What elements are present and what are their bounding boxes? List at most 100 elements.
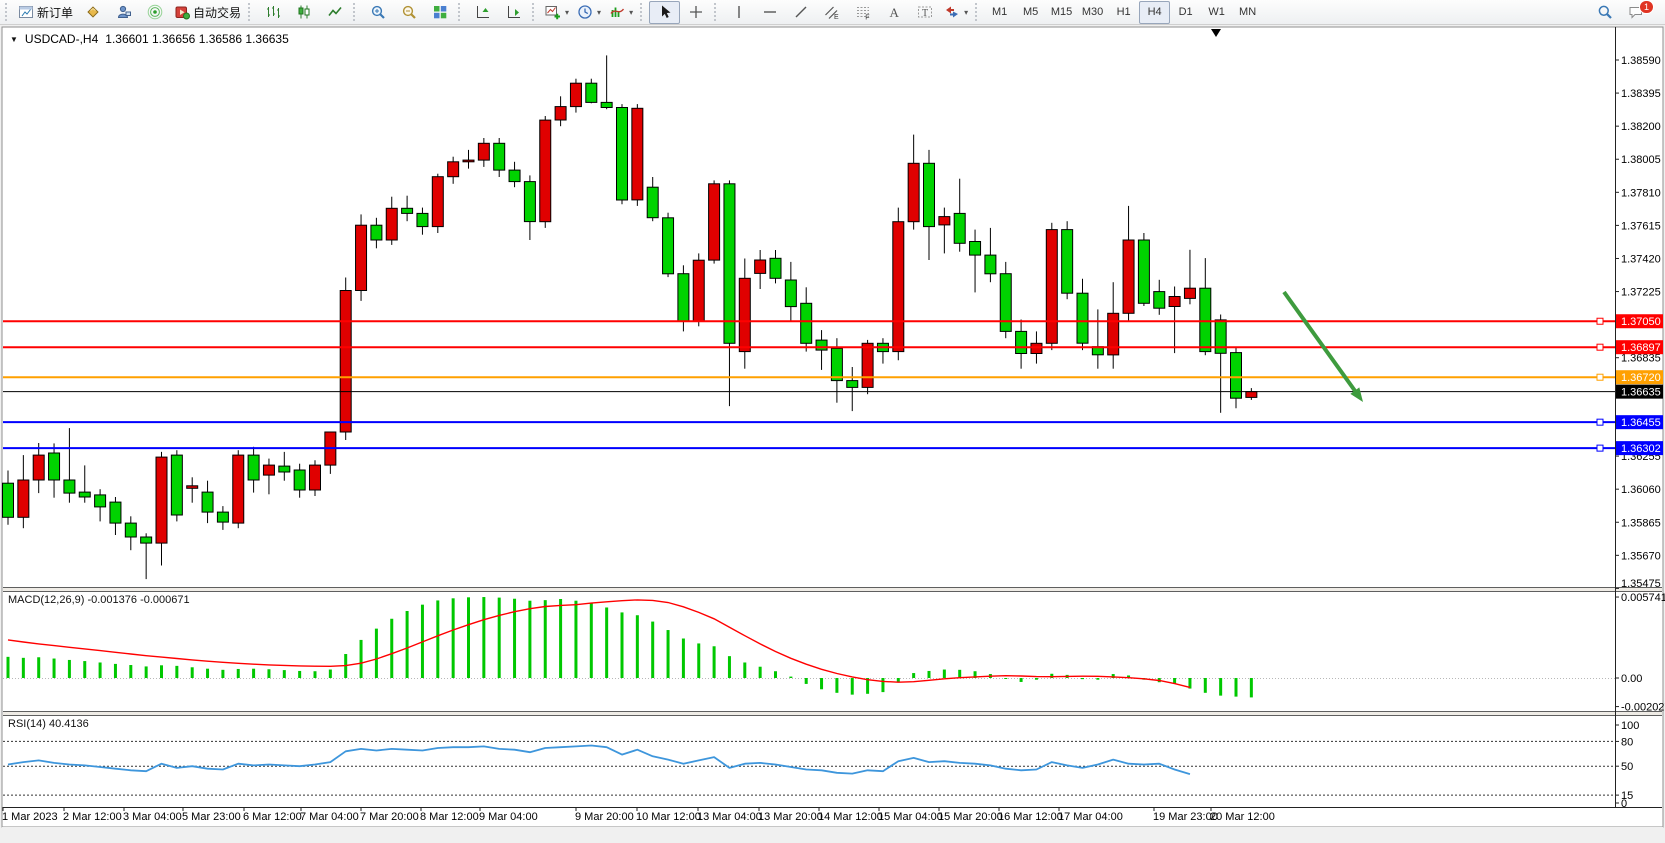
tf-d1-button[interactable]: D1 [1170, 1, 1201, 24]
macd-histogram-bar [574, 601, 577, 678]
toolbar-group-grip[interactable] [640, 3, 646, 21]
autotrading-button[interactable]: 自动交易 [170, 1, 245, 24]
collapse-triangle-icon[interactable]: ▼ [10, 35, 18, 44]
candle-body [141, 537, 152, 543]
crosshair-icon [688, 4, 704, 20]
candle-body [1169, 297, 1180, 307]
toolbar-group-grip[interactable] [5, 3, 11, 21]
hline-handle[interactable] [1597, 419, 1603, 425]
candle-body [156, 457, 167, 543]
tf-m5-button[interactable]: M5 [1015, 1, 1046, 24]
channel-icon: E [824, 4, 840, 20]
community-button[interactable] [108, 1, 139, 24]
signals-button[interactable] [139, 1, 170, 24]
cursor-button[interactable] [649, 1, 680, 24]
arrows-button[interactable]: ▾ [940, 1, 972, 24]
macd-histogram-bar [406, 611, 409, 678]
periods-button[interactable]: ▾ [573, 1, 605, 24]
symbols-button[interactable] [77, 1, 108, 24]
tf-mn-button[interactable]: MN [1232, 1, 1263, 24]
tf-m1-button[interactable]: M1 [984, 1, 1015, 24]
candle-body [463, 160, 474, 162]
tf-w1-button[interactable]: W1 [1201, 1, 1232, 24]
clock-icon [577, 4, 593, 20]
zoom-in-button[interactable] [362, 1, 393, 24]
candle-body [924, 163, 935, 226]
svg-text:F: F [865, 15, 869, 21]
toolbar-group-grip[interactable] [714, 3, 720, 21]
candle-body [340, 291, 351, 433]
trader-icon [116, 4, 132, 20]
toolbar-group-grip[interactable] [975, 3, 981, 21]
macd-histogram-bar [298, 671, 301, 678]
macd-histogram-bar [743, 662, 746, 678]
candle-body [801, 303, 812, 343]
tf-m15-button[interactable]: M15 [1046, 1, 1077, 24]
zoom-out-button[interactable] [393, 1, 424, 24]
toolbar-group-grip[interactable] [532, 3, 538, 21]
hline-handle[interactable] [1597, 344, 1603, 350]
dropdown-chevron-icon[interactable]: ▾ [597, 8, 601, 17]
line-chart-button[interactable] [319, 1, 350, 24]
candle-body [263, 465, 274, 475]
hline-handle[interactable] [1597, 374, 1603, 380]
templates-button[interactable]: ▾ [605, 1, 637, 24]
candle-body [509, 170, 520, 182]
vertical-line-button[interactable] [723, 1, 754, 24]
candle-body [1062, 230, 1073, 294]
candle-body [478, 143, 489, 160]
notification-badge: 1 [1639, 0, 1654, 14]
chart-canvas[interactable]: 1.385901.383951.382001.380051.378101.376… [0, 0, 1665, 843]
toolbar-group-grip[interactable] [353, 3, 359, 21]
text-label-button[interactable]: T [909, 1, 940, 24]
text-button[interactable]: A [878, 1, 909, 24]
chart-title: ▼ USDCAD-,H4 1.36601 1.36656 1.36586 1.3… [10, 32, 289, 46]
horizontal-line-button[interactable] [754, 1, 785, 24]
toolbar-group-grip[interactable] [248, 3, 254, 21]
chart-line-icon [327, 4, 343, 20]
tf-h1-button[interactable]: H1 [1108, 1, 1139, 24]
candlestick-chart-button[interactable] [288, 1, 319, 24]
tf-h4-button[interactable]: H4 [1139, 1, 1170, 24]
candle-body [202, 492, 213, 512]
price-tick-label: 1.38200 [1621, 121, 1661, 133]
candle-body [432, 177, 443, 227]
candle-body [985, 255, 996, 274]
search-icon [1597, 4, 1613, 20]
macd-axis-label: 0.00 [1621, 673, 1642, 685]
bar-chart-button[interactable] [257, 1, 288, 24]
new-order-icon [18, 4, 34, 20]
cursor-icon [657, 4, 673, 20]
dropdown-chevron-icon[interactable]: ▾ [629, 8, 633, 17]
toolbar-group-grip[interactable] [458, 3, 464, 21]
price-tick-label: 1.38590 [1621, 55, 1661, 67]
candle-body [110, 502, 121, 523]
price-tick-label: 1.35670 [1621, 550, 1661, 562]
tiles-icon [432, 4, 448, 20]
dropdown-chevron-icon[interactable]: ▾ [964, 8, 968, 17]
hline-icon [762, 4, 778, 20]
macd-histogram-bar [360, 640, 363, 678]
dropdown-chevron-icon[interactable]: ▾ [565, 8, 569, 17]
chat-button[interactable]: 1 [1620, 1, 1651, 24]
macd-histogram-bar [83, 661, 86, 678]
macd-histogram-bar [881, 678, 884, 692]
crosshair-button[interactable] [680, 1, 711, 24]
toolbar: 新订单 自动交易 ▾ ▾ ▾ E F AT ▾ M1M5M15M30H1H4D1W1MN 1 [0, 0, 1665, 25]
auto-scroll-button[interactable] [498, 1, 529, 24]
tf-m30-button[interactable]: M30 [1077, 1, 1108, 24]
hline-handle[interactable] [1597, 318, 1603, 324]
macd-histogram-bar [114, 664, 117, 678]
trendline-button[interactable] [785, 1, 816, 24]
tile-windows-button[interactable] [424, 1, 455, 24]
channel-button[interactable]: E [816, 1, 847, 24]
chart-shift-button[interactable] [467, 1, 498, 24]
hline-handle[interactable] [1597, 445, 1603, 451]
macd-histogram-bar [1096, 678, 1099, 680]
new-chart-button[interactable]: ▾ [541, 1, 573, 24]
fibonacci-button[interactable]: F [847, 1, 878, 24]
macd-histogram-bar [713, 646, 716, 678]
macd-histogram-bar [697, 643, 700, 678]
search-button[interactable] [1589, 1, 1620, 24]
new-order-button[interactable]: 新订单 [14, 1, 77, 24]
